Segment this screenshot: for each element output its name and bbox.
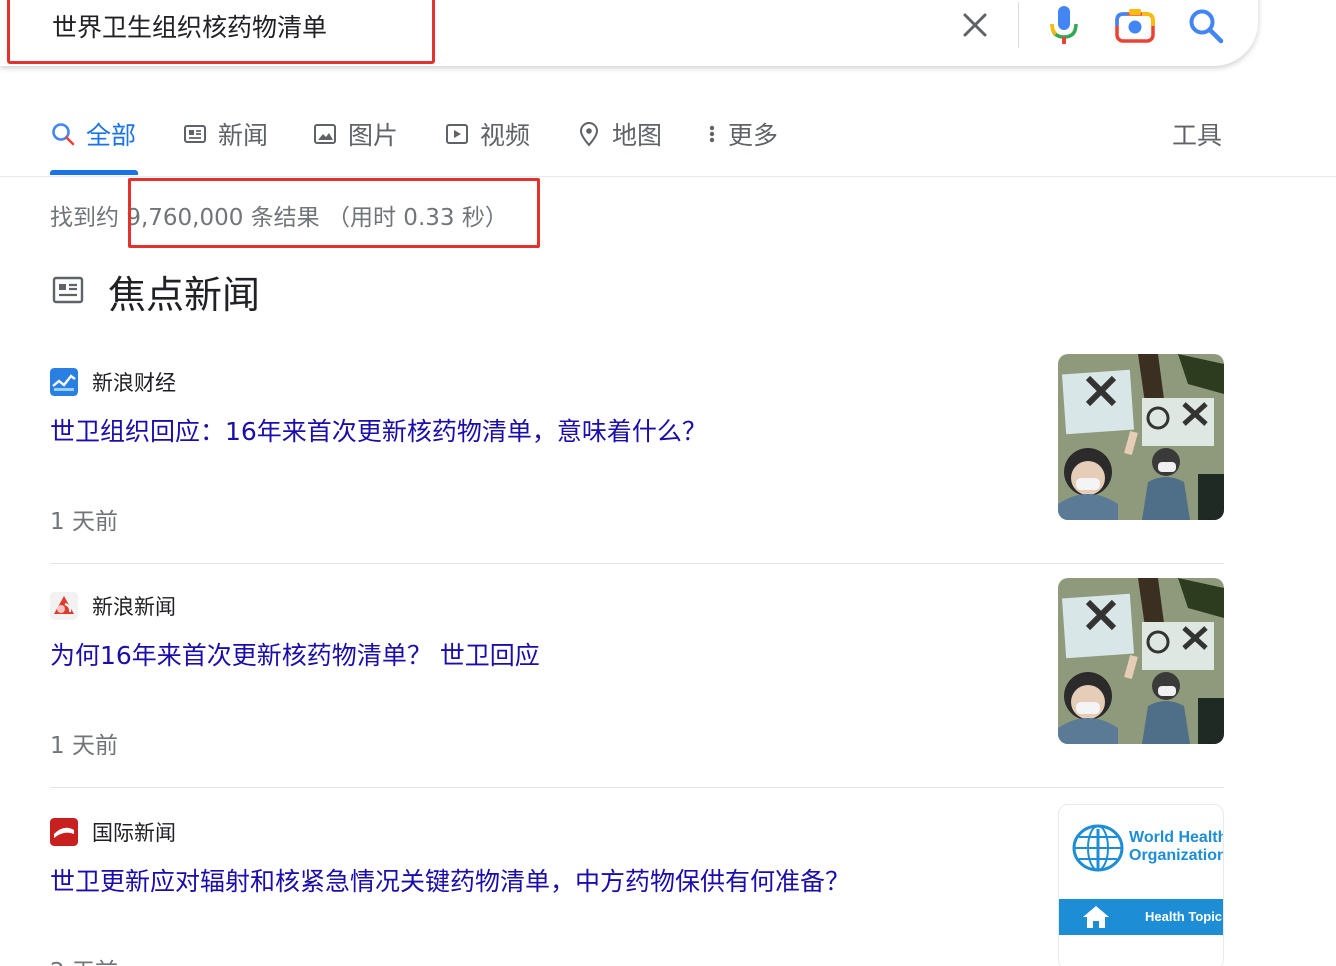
image-search-button[interactable]: [1114, 6, 1156, 46]
sina-finance-icon: [50, 368, 78, 396]
clear-button[interactable]: [958, 8, 992, 42]
source-name: 新浪财经: [92, 371, 176, 395]
who-logo-line1: World Health: [1129, 829, 1224, 846]
tab-maps[interactable]: 地图: [576, 108, 662, 160]
news-icon: [52, 276, 84, 304]
tab-images[interactable]: 图片: [312, 108, 398, 160]
news-headline-link[interactable]: 世卫更新应对辐射和核紧急情况关键药物清单，中方药物保供有何准备？: [50, 862, 850, 898]
who-logo-line2: Organization: [1129, 847, 1224, 864]
search-icon: [52, 123, 75, 146]
source-name: 新浪新闻: [92, 595, 176, 619]
map-pin-icon: [579, 122, 599, 147]
tab-news[interactable]: 新闻: [182, 108, 268, 160]
home-icon: [1083, 906, 1109, 928]
source-name: 国际新闻: [92, 821, 176, 845]
news-thumbnail[interactable]: [1058, 354, 1224, 520]
image-icon: [314, 124, 336, 144]
close-icon: [963, 13, 987, 37]
news-headline-link[interactable]: 为何16年来首次更新核药物清单？ 世卫回应: [50, 636, 540, 672]
news-thumbnail[interactable]: [1058, 578, 1224, 744]
tab-more-label: 更多: [728, 121, 779, 150]
story-divider: [50, 563, 1224, 564]
search-tabs: 全部 新闻 图片 视频 地图 更多 工具: [0, 108, 1336, 176]
news-source: 新浪财经: [50, 368, 176, 396]
news-age: 2 天前: [50, 952, 118, 966]
tab-all-label: 全部: [86, 121, 137, 150]
voice-search-button[interactable]: [1044, 4, 1084, 46]
tab-news-label: 新闻: [218, 121, 269, 150]
result-stats-prefix: 找到约: [50, 205, 127, 231]
mic-icon: [1050, 6, 1078, 44]
tab-images-label: 图片: [348, 121, 399, 150]
protest-photo-icon: [1058, 354, 1224, 520]
tabs-divider: [0, 176, 1336, 177]
top-stories-title: 焦点新闻: [108, 273, 261, 317]
news-icon: [184, 125, 206, 143]
more-vert-icon: [709, 125, 715, 143]
who-emblem-icon: [1072, 824, 1124, 872]
search-results-page: 世界卫生组织核药物清单 全部 新闻 图片 视频 地图 更多 工具 找到约 9,7…: [0, 0, 1336, 966]
tab-videos[interactable]: 视频: [444, 108, 530, 160]
news-source: 国际新闻: [50, 818, 176, 846]
news-age: 1 天前: [50, 733, 118, 759]
news-headline-link[interactable]: 世卫组织回应：16年来首次更新核药物清单，意味着什么？: [50, 412, 707, 448]
protest-photo-icon: [1058, 578, 1224, 744]
active-tab-indicator: [50, 170, 138, 175]
camera-lens-icon: [1115, 9, 1155, 43]
tab-maps-label: 地图: [612, 121, 663, 150]
tools-button[interactable]: 工具: [1172, 108, 1222, 160]
search-bar-divider: [1018, 2, 1019, 48]
who-nav-bar: Health Topic: [1059, 899, 1223, 935]
intl-news-icon: [50, 818, 78, 846]
who-nav-label: Health Topic: [1145, 909, 1223, 924]
news-thumbnail[interactable]: World Health Organization Health Topic: [1058, 804, 1224, 966]
stats-highlight-box: [128, 178, 540, 248]
news-source: 新浪新闻: [50, 592, 176, 620]
tab-more[interactable]: 更多: [704, 108, 778, 160]
search-button[interactable]: [1186, 6, 1226, 46]
video-icon: [446, 124, 468, 144]
query-highlight-box: [7, 0, 435, 64]
sina-news-icon: [50, 592, 78, 620]
story-divider: [50, 787, 1224, 788]
search-icon: [1189, 9, 1224, 44]
tab-videos-label: 视频: [480, 121, 531, 150]
news-age: 1 天前: [50, 509, 118, 535]
tab-all[interactable]: 全部: [50, 108, 136, 160]
